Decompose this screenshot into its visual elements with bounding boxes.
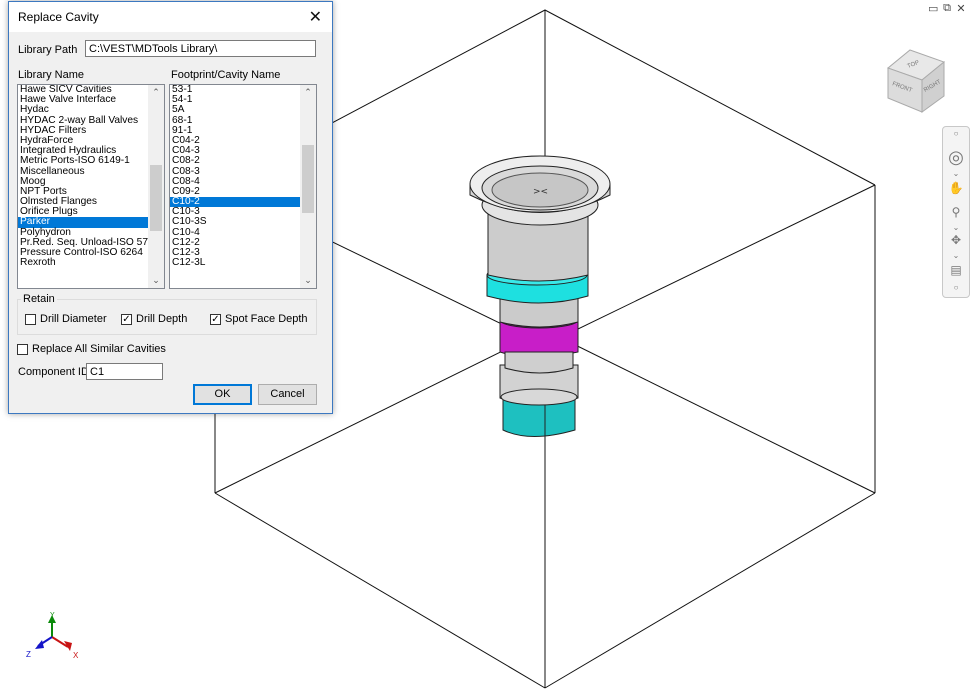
replace-cavity-dialog: Replace Cavity ✕ Library Path C:\VEST\MD… <box>8 1 333 414</box>
navbar-close-icon[interactable]: ○ <box>943 129 969 138</box>
library-path-field[interactable]: C:\VEST\MDTools Library\ <box>85 40 316 57</box>
chevron-down-icon[interactable]: ⌄ <box>943 169 969 178</box>
library-list-item[interactable]: Metric Ports-ISO 6149-1 <box>18 156 164 166</box>
footprint-list-item[interactable]: C12-3L <box>170 257 316 268</box>
chevron-down-icon[interactable]: ⌄ <box>943 251 969 260</box>
close-icon[interactable]: ✕ <box>309 7 322 27</box>
library-scrollbar[interactable]: ⌃ ⌄ <box>148 85 164 288</box>
chevron-down-icon[interactable]: ⌄ <box>943 223 969 232</box>
drill-depth-label: Drill Depth <box>136 313 188 325</box>
scroll-down-icon[interactable]: ⌄ <box>148 275 164 286</box>
retain-label: Retain <box>21 293 57 305</box>
footprint-label: Footprint/Cavity Name <box>171 69 281 81</box>
minimize-icon[interactable]: ▭ <box>928 2 938 15</box>
axis-x-label: X <box>73 651 79 660</box>
drill-depth-checkbox[interactable]: ✓ <box>121 314 132 325</box>
library-list-item[interactable]: Rexroth <box>18 257 164 268</box>
axis-y-label: Y <box>50 612 55 619</box>
footprint-scrollbar[interactable]: ⌃ ⌄ <box>300 85 316 288</box>
footprint-list-item[interactable]: C08-2 <box>170 156 316 166</box>
axis-z-label: Z <box>26 650 31 659</box>
replace-all-checkbox[interactable] <box>17 344 28 355</box>
steering-wheel-icon[interactable]: ◎ <box>943 147 969 168</box>
component-id-label: Component ID <box>18 366 89 378</box>
axis-triad: Y X Z <box>26 612 79 660</box>
pan-icon[interactable]: ✋ <box>943 181 969 195</box>
dialog-titlebar[interactable]: Replace Cavity ✕ <box>9 2 332 32</box>
cancel-button[interactable]: Cancel <box>258 384 317 405</box>
spot-face-label: Spot Face Depth <box>225 313 308 325</box>
zoom-icon[interactable]: ⚲ <box>943 205 969 219</box>
component-id-field[interactable]: C1 <box>86 363 163 380</box>
library-name-label: Library Name <box>18 69 85 81</box>
restore-icon[interactable]: ⧉ <box>942 2 952 15</box>
close-window-icon[interactable]: ✕ <box>956 2 966 15</box>
footprint-list-item[interactable]: 54-1 <box>170 94 316 105</box>
showmotion-icon[interactable]: ▤ <box>943 263 969 277</box>
navbar-options-icon[interactable]: ○ <box>943 283 969 292</box>
cavity-model: >< <box>469 155 611 437</box>
scroll-up-icon[interactable]: ⌃ <box>300 87 316 98</box>
spot-face-checkbox[interactable]: ✓ <box>210 314 221 325</box>
window-controls: ▭ ⧉ ✕ <box>928 2 966 15</box>
viewcube: TOP FRONT RIGHT <box>886 49 946 113</box>
library-name-list[interactable]: Hawe SICV Cavities Hawe Valve Interface Hy… <box>17 84 165 289</box>
drill-diameter-checkbox[interactable] <box>25 314 36 325</box>
navigation-bar: ○ ◎ ⌄ ✋ ⚲ ⌄ ✥ ⌄ ▤ ○ <box>942 126 970 298</box>
scroll-thumb[interactable] <box>302 145 314 213</box>
drill-diameter-label: Drill Diameter <box>40 313 107 325</box>
ok-button[interactable]: OK <box>193 384 252 405</box>
replace-all-label: Replace All Similar Cavities <box>32 343 166 355</box>
orbit-icon[interactable]: ✥ <box>943 233 969 247</box>
scroll-up-icon[interactable]: ⌃ <box>148 87 164 98</box>
scroll-thumb[interactable] <box>150 165 162 231</box>
svg-text:><: >< <box>533 187 548 197</box>
library-path-label: Library Path <box>18 44 78 56</box>
dialog-title: Replace Cavity <box>18 10 99 24</box>
footprint-list[interactable]: 53-1 54-1 5A 68-1 91-1 C04-2 C04-3 C08-2 C08-3 C0… <box>169 84 317 289</box>
scroll-down-icon[interactable]: ⌄ <box>300 275 316 286</box>
